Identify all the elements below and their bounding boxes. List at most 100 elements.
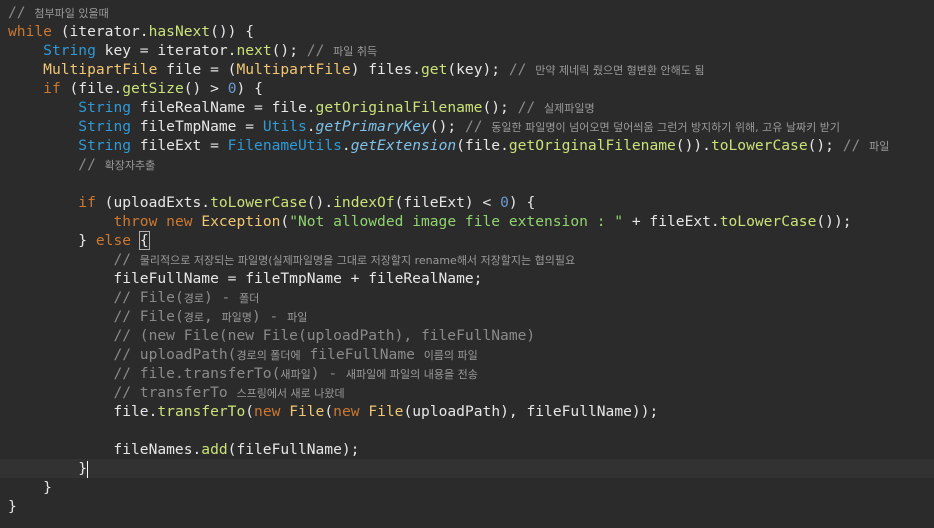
code-line[interactable]: } else { <box>0 231 934 250</box>
code-token: (); <box>271 42 307 59</box>
code-comment: 파일 <box>869 140 890 153</box>
code-comment: 새파일 <box>280 368 311 381</box>
code-line[interactable]: } <box>0 478 934 497</box>
code-line[interactable]: // 확장자추출 <box>0 155 934 174</box>
code-token: () > <box>183 80 228 97</box>
code-comment: // <box>8 4 35 21</box>
code-token: transferTo <box>157 403 246 420</box>
code-token: (file. <box>60 80 123 97</box>
code-line[interactable]: // (new File(new File(uploadPath), fileF… <box>0 326 934 345</box>
code-line[interactable]: throw new Exception("Not allowded image … <box>0 212 934 231</box>
code-line[interactable]: fileFullName = fileTmpName + fileRealNam… <box>0 269 934 288</box>
code-token: getSize <box>122 80 184 97</box>
code-comment: 확장자추출 <box>104 159 156 172</box>
code-token: getPrimaryKey <box>315 118 430 135</box>
code-token: key = iterator. <box>95 42 237 59</box>
code-token: new <box>333 403 360 420</box>
code-line[interactable] <box>0 174 934 193</box>
code-line[interactable]: String fileExt = FilenameUtils.getExtens… <box>0 136 934 155</box>
code-token: MultipartFile <box>43 61 158 78</box>
code-line[interactable]: fileNames.add(fileFullName); <box>0 440 934 459</box>
code-line[interactable]: // transferTo 스프링에서 새로 나왔데 <box>0 383 934 402</box>
code-comment: fileFullName <box>300 346 424 363</box>
code-token: fileFullName = fileTmpName + fileRealNam… <box>8 270 483 287</box>
code-line[interactable]: } <box>0 497 934 516</box>
code-token: File <box>289 403 325 420</box>
code-token: ()) { <box>210 23 255 40</box>
code-line[interactable]: // File(경로) - 폴더 <box>0 288 934 307</box>
code-token: (fileExt) < <box>394 194 501 211</box>
code-token: fileRealName = file. <box>131 99 316 116</box>
code-comment: 실제파일명 <box>543 102 595 115</box>
code-token: (uploadPath), fileFullName)); <box>403 403 659 420</box>
code-line[interactable]: String key = iterator.next(); // 파일 취득 <box>0 41 934 60</box>
code-token: . <box>306 118 316 135</box>
code-line[interactable]: // 첨부파일 있을때 <box>0 3 934 22</box>
code-token: ) files. <box>350 61 421 78</box>
code-line[interactable]: String fileRealName = file.getOriginalFi… <box>0 98 934 117</box>
code-token: } <box>8 460 88 477</box>
code-comment: ) - <box>310 365 346 382</box>
code-token: File <box>368 403 404 420</box>
code-token: (fileFullName); <box>227 441 360 458</box>
code-line[interactable]: if (file.getSize() > 0) { <box>0 79 934 98</box>
code-line[interactable]: // 물리적으로 저장되는 파일명(실제파일명을 그대로 저장할지 rename… <box>0 250 934 269</box>
code-line[interactable]: MultipartFile file = (MultipartFile) fil… <box>0 60 934 79</box>
code-comment: // File( <box>113 308 184 325</box>
code-line[interactable]: // File(경로, 파일명) - 파일 <box>0 307 934 326</box>
code-comment: ) - <box>251 308 288 325</box>
code-line[interactable]: } <box>0 459 934 478</box>
code-comment: // <box>78 156 105 173</box>
code-token: } <box>8 479 52 496</box>
code-token: fileTmpName = <box>131 118 263 135</box>
code-token: } <box>8 498 17 515</box>
code-comment: 파일명 <box>221 311 252 324</box>
code-token: add <box>201 441 228 458</box>
code-token: ( <box>245 403 255 420</box>
code-comment: 첨부파일 있을때 <box>34 7 109 20</box>
code-line[interactable]: // uploadPath(경로의 폴더에 fileFullName 이름의 파… <box>0 345 934 364</box>
code-comment: // <box>464 118 492 135</box>
code-comment: // transferTo <box>113 384 237 401</box>
code-token: else <box>95 232 132 249</box>
code-token: ()); <box>816 213 852 230</box>
code-comment: 이름의 파일 <box>423 349 478 362</box>
code-token: (key); <box>447 61 509 78</box>
code-token: ) { <box>236 80 263 97</box>
code-token: while <box>8 23 52 40</box>
code-comment: // <box>517 99 544 116</box>
code-token: file = ( <box>157 61 237 78</box>
code-token: getOriginalFilename <box>315 99 483 116</box>
code-line[interactable]: file.transferTo(new File(new File(upload… <box>0 402 934 421</box>
code-token: 0 <box>500 194 509 211</box>
code-line[interactable]: String fileTmpName = Utils.getPrimaryKey… <box>0 117 934 136</box>
code-line[interactable] <box>0 421 934 440</box>
code-editor[interactable]: // 첨부파일 있을때 while (iterator.hasNext()) { … <box>0 0 934 528</box>
code-line[interactable]: while (iterator.hasNext()) { <box>0 22 934 41</box>
code-token: get <box>421 61 448 78</box>
code-token: (). <box>306 194 334 211</box>
code-comment: 물리적으로 저장되는 파일명(실제파일명을 그대로 저장할지 rename해서 … <box>139 254 576 267</box>
code-token: (iterator. <box>51 23 149 40</box>
code-line[interactable]: if (uploadExts.toLowerCase().indexOf(fil… <box>0 193 934 212</box>
code-token: toLowerCase <box>210 194 307 211</box>
code-token: { <box>138 231 150 250</box>
code-comment: // file.transferTo( <box>113 365 281 382</box>
code-comment: 파일 취득 <box>333 45 378 58</box>
code-line[interactable]: // file.transferTo(새파일) - 새파일에 파일의 내용을 전… <box>0 364 934 383</box>
code-token: + fileExt. <box>623 213 720 230</box>
code-token: MultipartFile <box>236 61 351 78</box>
code-comment: // <box>113 251 140 268</box>
code-token: (file. <box>456 137 509 154</box>
